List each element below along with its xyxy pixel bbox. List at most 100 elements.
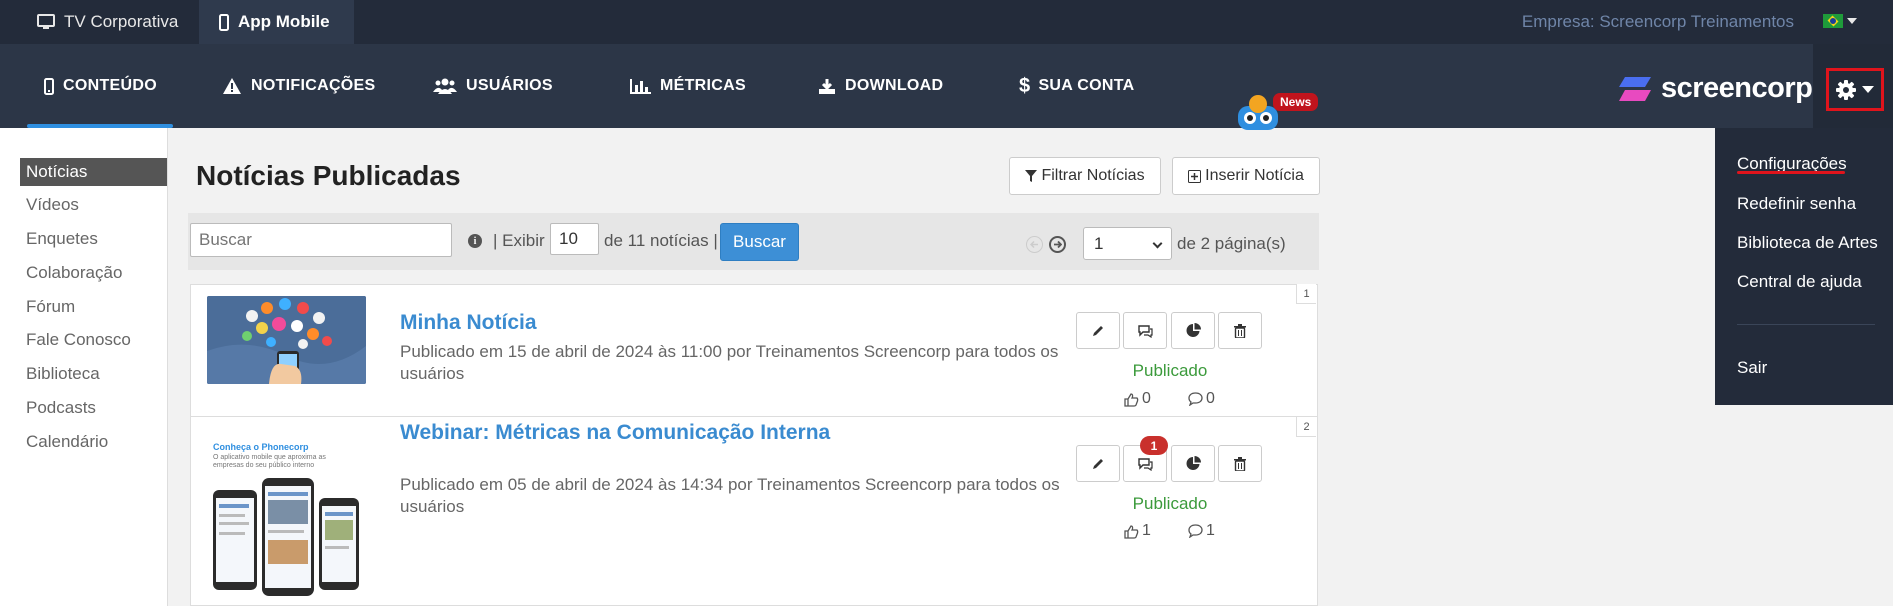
dollar-icon: $ bbox=[1019, 74, 1031, 97]
items-per-page-input[interactable] bbox=[550, 223, 599, 255]
pencil-icon bbox=[1093, 458, 1103, 469]
pie-chart-icon bbox=[1186, 323, 1201, 337]
plus-square-icon bbox=[1188, 169, 1202, 183]
nav-item-sua-conta[interactable]: $ SUA CONTA bbox=[1019, 44, 1134, 128]
thumbs-up-icon bbox=[1124, 392, 1139, 407]
nav-item-usuarios[interactable]: USUÁRIOS bbox=[433, 44, 553, 128]
filter-news-button[interactable]: Filtrar Notícias bbox=[1009, 157, 1161, 195]
caret-down-icon[interactable] bbox=[1847, 18, 1857, 24]
nav-label: USUÁRIOS bbox=[466, 77, 553, 94]
show-label: | Exibir bbox=[493, 231, 545, 250]
previous-page-icon[interactable] bbox=[1026, 236, 1043, 253]
comments-value: 1 bbox=[1206, 522, 1215, 539]
info-icon[interactable]: i bbox=[468, 234, 482, 248]
menu-item-biblioteca-de-artes[interactable]: Biblioteca de Artes bbox=[1737, 233, 1878, 253]
sidebar-item-fale-conosco[interactable]: Fale Conosco bbox=[20, 326, 167, 354]
brand-name: screencorp bbox=[1661, 72, 1813, 104]
insert-label: Inserir Notícia bbox=[1205, 167, 1304, 184]
edit-button[interactable] bbox=[1076, 445, 1120, 482]
monitor-icon bbox=[37, 14, 55, 29]
sidebar-item-calendario[interactable]: Calendário bbox=[20, 428, 167, 456]
tab-label: App Mobile bbox=[238, 12, 330, 31]
row-index: 1 bbox=[1296, 284, 1316, 304]
tab-app-mobile[interactable]: App Mobile bbox=[199, 0, 354, 44]
download-icon bbox=[819, 78, 835, 94]
trash-icon bbox=[1234, 323, 1246, 338]
sidebar-item-videos[interactable]: Vídeos bbox=[20, 191, 167, 219]
comments-count: 0 bbox=[1188, 390, 1215, 408]
phone-icon bbox=[219, 13, 229, 31]
likes-count: 0 bbox=[1124, 390, 1151, 408]
menu-item-sair[interactable]: Sair bbox=[1737, 358, 1767, 378]
insert-news-button[interactable]: Inserir Notícia bbox=[1172, 157, 1320, 195]
sidebar-item-forum[interactable]: Fórum bbox=[20, 293, 167, 321]
sidebar-item-colaboracao[interactable]: Colaboração bbox=[20, 259, 167, 287]
edit-button[interactable] bbox=[1076, 312, 1120, 349]
comments-icon bbox=[1138, 457, 1153, 471]
brazil-flag-icon[interactable] bbox=[1823, 14, 1843, 28]
news-thumbnail[interactable]: Conheça o Phonecorp O aplicativo mobile … bbox=[207, 434, 366, 598]
delete-button[interactable] bbox=[1218, 312, 1262, 349]
menu-divider bbox=[1737, 324, 1875, 325]
sidebar-item-noticias[interactable]: Notícias bbox=[20, 158, 167, 186]
comments-count: 1 bbox=[1188, 522, 1215, 540]
nav-item-notificacoes[interactable]: NOTIFICAÇÕES bbox=[222, 44, 376, 128]
caret-down-icon bbox=[1862, 86, 1874, 93]
page-select[interactable]: 1 bbox=[1083, 227, 1172, 260]
comments-value: 0 bbox=[1206, 390, 1215, 407]
tab-label: TV Corporativa bbox=[64, 12, 179, 31]
search-input[interactable] bbox=[190, 223, 452, 257]
nav-label: SUA CONTA bbox=[1038, 77, 1135, 94]
status-label: Publicado bbox=[1132, 361, 1208, 380]
filter-icon bbox=[1025, 170, 1038, 182]
bar-chart-icon bbox=[630, 79, 651, 94]
users-icon bbox=[433, 78, 457, 94]
nav-label: DOWNLOAD bbox=[845, 77, 944, 94]
news-title-link[interactable]: Webinar: Métricas na Comunicação Interna bbox=[400, 421, 830, 445]
nav-label: NOTIFICAÇÕES bbox=[251, 77, 376, 94]
page-count-label: de 2 página(s) bbox=[1177, 234, 1286, 253]
page-select-value: 1 bbox=[1094, 233, 1104, 253]
row-index: 2 bbox=[1296, 417, 1316, 437]
status-label: Publicado bbox=[1132, 494, 1208, 513]
metrics-button[interactable] bbox=[1171, 445, 1215, 482]
sidebar-item-enquetes[interactable]: Enquetes bbox=[20, 225, 167, 253]
sidebar-item-biblioteca[interactable]: Biblioteca bbox=[20, 360, 167, 388]
comments-button[interactable] bbox=[1123, 312, 1167, 349]
menu-item-central-de-ajuda[interactable]: Central de ajuda bbox=[1737, 272, 1862, 292]
page-title: Notícias Publicadas bbox=[196, 160, 461, 191]
next-page-icon[interactable] bbox=[1049, 236, 1066, 253]
delete-button[interactable] bbox=[1218, 445, 1262, 482]
pencil-icon bbox=[1093, 325, 1103, 336]
screencorp-logo: screencorp bbox=[1617, 72, 1813, 105]
search-button[interactable]: Buscar bbox=[720, 223, 799, 261]
nav-label: MÉTRICAS bbox=[660, 77, 746, 94]
comment-icon bbox=[1188, 392, 1203, 406]
nav-item-download[interactable]: DOWNLOAD bbox=[818, 44, 943, 128]
sidebar-item-podcasts[interactable]: Podcasts bbox=[20, 394, 167, 422]
highlight-underline bbox=[1737, 171, 1845, 174]
pie-chart-icon bbox=[1186, 456, 1201, 470]
news-thumbnail[interactable] bbox=[207, 296, 366, 384]
row-divider bbox=[190, 416, 1318, 417]
nav-item-metricas[interactable]: MÉTRICAS bbox=[629, 44, 746, 128]
thumbs-up-icon bbox=[1124, 524, 1139, 539]
mobile-icon bbox=[44, 77, 54, 95]
likes-value: 1 bbox=[1142, 522, 1151, 539]
social-media-illustration bbox=[207, 296, 366, 384]
company-name: Empresa: Screencorp Treinamentos bbox=[1521, 12, 1794, 31]
menu-item-redefinir-senha[interactable]: Redefinir senha bbox=[1737, 194, 1856, 214]
trash-icon bbox=[1234, 456, 1246, 471]
warning-icon bbox=[223, 78, 241, 94]
tab-tv-corporativa[interactable]: TV Corporativa bbox=[37, 0, 178, 44]
chevron-down-icon bbox=[1152, 238, 1163, 249]
phone-mockups-illustration bbox=[213, 478, 359, 596]
nav-item-conteudo[interactable]: CONTEÚDO bbox=[44, 44, 157, 128]
news-meta: Publicado em 15 de abril de 2024 às 11:0… bbox=[400, 342, 1059, 383]
comment-icon bbox=[1188, 524, 1203, 538]
news-title-link[interactable]: Minha Notícia bbox=[400, 311, 537, 335]
metrics-button[interactable] bbox=[1171, 312, 1215, 349]
settings-button[interactable] bbox=[1826, 68, 1884, 111]
news-badge[interactable]: News bbox=[1273, 93, 1319, 111]
comments-icon bbox=[1138, 324, 1153, 338]
